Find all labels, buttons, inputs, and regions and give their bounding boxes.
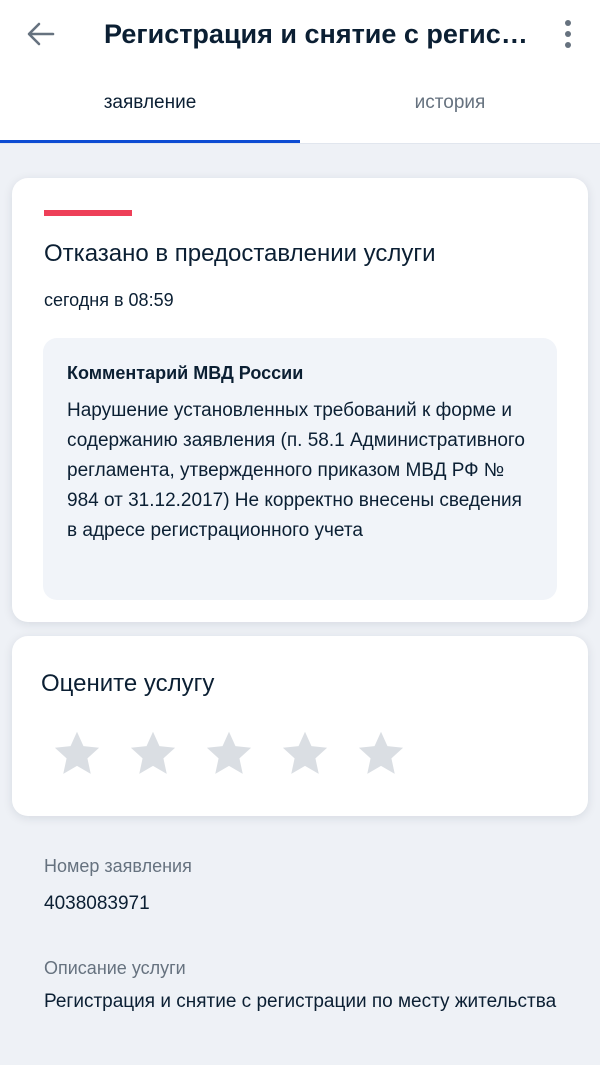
service-description-section: Описание услуги Регистрация и снятие с р… (44, 958, 564, 1017)
star-icon[interactable] (356, 728, 406, 778)
more-vertical-icon (565, 20, 571, 26)
more-vertical-icon-dot (565, 42, 571, 48)
status-indicator (44, 210, 132, 216)
tab-bar: заявление история (0, 68, 600, 144)
rating-title: Оцените услугу (41, 670, 215, 697)
application-number-label: Номер заявления (44, 856, 192, 876)
star-icon[interactable] (128, 728, 178, 778)
comment-box: Комментарий МВД России Нарушение установ… (43, 338, 557, 600)
tabs-divider (0, 143, 600, 144)
star-icon[interactable] (204, 728, 254, 778)
arrow-left-icon (27, 22, 55, 46)
star-icon[interactable] (52, 728, 102, 778)
star-icon[interactable] (280, 728, 330, 778)
tab-history[interactable]: история (300, 68, 600, 144)
more-menu-button[interactable] (552, 14, 584, 54)
status-time: сегодня в 08:59 (44, 290, 174, 310)
comment-title: Комментарий МВД России (67, 363, 304, 383)
service-description: Регистрация и снятие с регистрации по ме… (44, 991, 557, 1012)
tab-application[interactable]: заявление (0, 68, 300, 144)
status-card: Отказано в предоставлении услуги сегодня… (12, 178, 588, 622)
service-description-label: Описание услуги (44, 958, 186, 978)
application-number-section: Номер заявления 4038083971 (44, 856, 192, 919)
rating-card: Оцените услугу (12, 636, 588, 816)
page-title: Регистрация и снятие с регистрации по ме… (104, 19, 536, 49)
comment-text: Нарушение установленных требований к фор… (67, 400, 525, 541)
rating-stars (52, 728, 406, 778)
more-vertical-icon-dot (565, 31, 571, 37)
status-title: Отказано в предоставлении услуги (44, 240, 436, 267)
application-number: 4038083971 (44, 893, 150, 914)
app-bar: Регистрация и снятие с регистрации по ме… (0, 0, 600, 68)
back-button[interactable] (22, 16, 60, 52)
